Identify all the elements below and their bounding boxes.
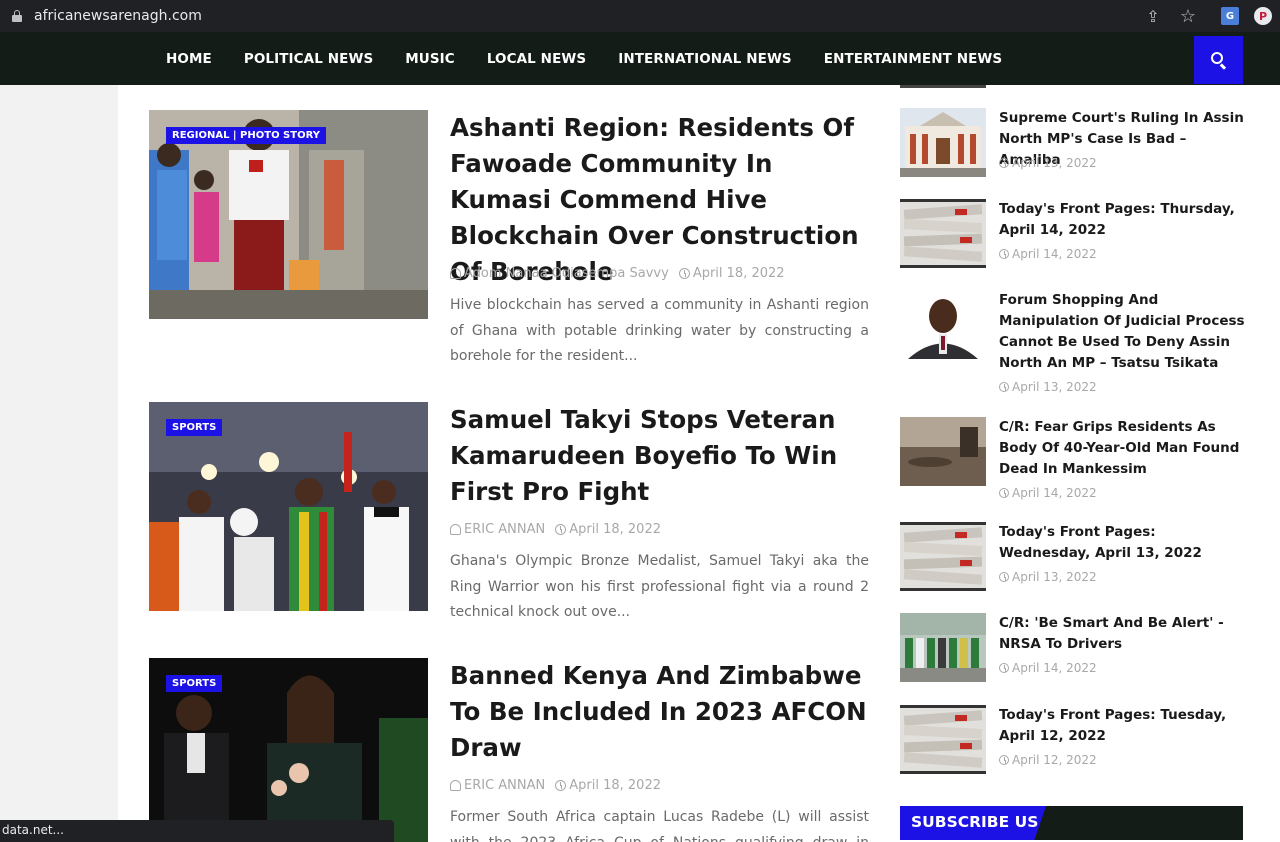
sidebar-post: Today's Front Pages: Thursday, April 14,… [900, 199, 1245, 279]
sidebar-post-date-row: April 12, 2022 [999, 753, 1097, 767]
article-author[interactable]: Adom Nanaa Odiasempa Savvy [464, 266, 669, 281]
clock-icon [999, 572, 1009, 582]
sidebar-post-date-row: April 14, 2022 [999, 486, 1097, 500]
clock-icon [999, 755, 1009, 765]
sidebar-post-title[interactable]: Today's Front Pages: Wednesday, April 13… [999, 522, 1245, 564]
category-badge[interactable]: SPORTS [166, 675, 223, 692]
sidebar-post: Forum Shopping And Manipulation Of Judic… [900, 290, 1245, 400]
sidebar-post-date: April 13, 2022 [1012, 156, 1097, 170]
article-thumbnail[interactable]: SPORTS [149, 402, 428, 611]
article-card: SPORTS Samuel Takyi Stops Veteran Kamaru… [149, 402, 869, 642]
nav-item-entertainment-news[interactable]: ENTERTAINMENT NEWS [808, 51, 1018, 67]
sidebar-post: C/R: 'Be Smart And Be Alert' - NRSA To D… [900, 613, 1245, 693]
sidebar-post-date-row: April 13, 2022 [999, 380, 1097, 394]
sidebar-post-title[interactable]: C/R: Fear Grips Residents As Body Of 40-… [999, 417, 1245, 480]
article-excerpt: Ghana's Olympic Bronze Medalist, Samuel … [450, 553, 869, 620]
article-date: April 18, 2022 [569, 778, 661, 793]
subscribe-heading: SUBSCRIBE US [911, 813, 1039, 831]
sidebar-post: Today's Front Pages: Tuesday, April 12, … [900, 705, 1245, 785]
sidebar-post: C/R: Fear Grips Residents As Body Of 40-… [900, 417, 1245, 507]
sidebar-post-date-row: April 13, 2022 [999, 570, 1097, 584]
sidebar-thumbnail[interactable] [900, 613, 986, 682]
search-icon [1210, 52, 1227, 70]
user-icon [450, 780, 461, 791]
sidebar-post-date: April 13, 2022 [1012, 380, 1097, 394]
sidebar-post-date-row: April 14, 2022 [999, 661, 1097, 675]
translate-extension-icon[interactable]: G [1221, 7, 1239, 25]
user-icon [450, 524, 461, 535]
sidebar-thumbnail[interactable] [900, 199, 986, 268]
article-title[interactable]: Banned Kenya And Zimbabwe To Be Included… [450, 658, 869, 766]
sidebar-post-date-row: April 14, 2022 [999, 247, 1097, 261]
browser-toolbar: africanewsarenagh.com ⇪ ☆ G P [0, 0, 1280, 32]
article-card: SPORTS Banned Kenya And Zimbabwe To Be I… [149, 658, 869, 842]
browser-status-bar: data.net... [0, 820, 394, 842]
sidebar-thumbnail[interactable] [900, 417, 986, 486]
clock-icon [999, 382, 1009, 392]
sidebar-post-title[interactable]: Today's Front Pages: Tuesday, April 12, … [999, 705, 1245, 747]
extension-icon[interactable]: P [1254, 7, 1272, 25]
main-navigation: HOME POLITICAL NEWS MUSIC LOCAL NEWS INT… [0, 32, 1280, 85]
category-badge[interactable]: SPORTS [166, 419, 223, 436]
nav-item-music[interactable]: MUSIC [389, 51, 471, 67]
sidebar-post: Supreme Court's Ruling In Assin North MP… [900, 108, 1245, 188]
article-author[interactable]: ERIC ANNAN [464, 522, 545, 537]
address-bar[interactable]: africanewsarenagh.com [0, 0, 1210, 32]
article-title[interactable]: Ashanti Region: Residents Of Fawoade Com… [450, 110, 870, 290]
page-gutter [0, 85, 118, 842]
article-meta: ERIC ANNAN April 18, 2022 [450, 778, 661, 793]
bookmark-star-icon[interactable]: ☆ [1178, 6, 1198, 27]
category-badge[interactable]: REGIONAL | PHOTO STORY [166, 127, 326, 144]
nav-item-international-news[interactable]: INTERNATIONAL NEWS [602, 51, 808, 67]
clock-icon [999, 663, 1009, 673]
sidebar-post-date: April 12, 2022 [1012, 753, 1097, 767]
sidebar-thumbnail[interactable] [900, 522, 986, 591]
user-icon [450, 268, 461, 279]
clock-icon [555, 524, 567, 535]
sidebar-post-date: April 14, 2022 [1012, 486, 1097, 500]
sidebar-post-title[interactable]: Forum Shopping And Manipulation Of Judic… [999, 290, 1245, 374]
status-url: data.net... [2, 823, 64, 837]
nav-item-home[interactable]: HOME [150, 51, 228, 67]
article-date: April 18, 2022 [569, 522, 661, 537]
clock-icon [999, 158, 1009, 168]
clock-icon [999, 488, 1009, 498]
article-date: April 18, 2022 [692, 266, 785, 281]
clock-icon [555, 780, 567, 791]
sidebar-post: Today's Front Pages: Wednesday, April 13… [900, 522, 1245, 602]
search-button[interactable] [1194, 36, 1243, 84]
sidebar-post-title[interactable]: Today's Front Pages: Thursday, April 14,… [999, 199, 1245, 241]
article-excerpt: Hive blockchain has served a community i… [450, 297, 869, 364]
sidebar-thumb-edge [900, 85, 986, 88]
article-meta: ERIC ANNAN April 18, 2022 [450, 522, 661, 537]
sidebar-thumbnail[interactable] [900, 108, 986, 177]
article-author[interactable]: ERIC ANNAN [464, 778, 545, 793]
url-text[interactable]: africanewsarenagh.com [34, 8, 202, 24]
share-icon[interactable]: ⇪ [1143, 6, 1163, 26]
nav-item-local-news[interactable]: LOCAL NEWS [471, 51, 602, 67]
sidebar-post-date: April 14, 2022 [1012, 247, 1097, 261]
subscribe-widget-header: SUBSCRIBE US [900, 806, 1243, 840]
article-card: REGIONAL | PHOTO STORY Ashanti Region: R… [149, 110, 869, 380]
clock-icon [678, 268, 690, 279]
sidebar-thumbnail[interactable] [900, 705, 986, 774]
sidebar-post-title[interactable]: C/R: 'Be Smart And Be Alert' - NRSA To D… [999, 613, 1245, 655]
nav-item-political-news[interactable]: POLITICAL NEWS [228, 51, 389, 67]
sidebar-thumbnail[interactable] [900, 290, 986, 359]
article-meta: Adom Nanaa Odiasempa Savvy April 18, 202… [450, 266, 785, 281]
sidebar-post-date: April 13, 2022 [1012, 570, 1097, 584]
lock-icon[interactable] [12, 10, 22, 22]
article-title[interactable]: Samuel Takyi Stops Veteran Kamarudeen Bo… [450, 402, 870, 510]
article-excerpt: Former South Africa captain Lucas Radebe… [450, 809, 869, 842]
article-thumbnail[interactable]: SPORTS [149, 658, 428, 842]
clock-icon [999, 249, 1009, 259]
sidebar-post-date: April 14, 2022 [1012, 661, 1097, 675]
article-thumbnail[interactable]: REGIONAL | PHOTO STORY [149, 110, 428, 319]
sidebar-post-date-row: April 13, 2022 [999, 156, 1097, 170]
